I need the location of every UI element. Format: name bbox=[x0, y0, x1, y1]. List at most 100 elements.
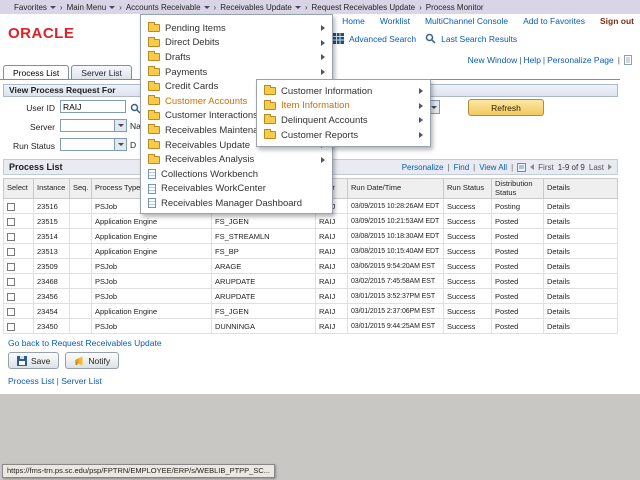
notify-icon bbox=[74, 356, 84, 366]
header-nav-link[interactable]: Add to Favorites bbox=[523, 16, 585, 26]
page-link[interactable]: Help bbox=[523, 55, 540, 65]
folder-icon bbox=[148, 156, 160, 164]
instance-cell: 23513 bbox=[34, 244, 70, 259]
table-row: 23514 Application Engine FS_STREAMLN RAI… bbox=[4, 229, 618, 244]
run-status-select[interactable] bbox=[60, 138, 127, 151]
seq-cell bbox=[70, 214, 92, 229]
user-id-input[interactable] bbox=[60, 100, 126, 113]
last-page-icon[interactable] bbox=[608, 164, 612, 170]
search-toolbar: Advanced Search Last Search Results bbox=[333, 33, 517, 44]
table-row: 23509 PSJob ARAGE RAIJ 03/06/2015 9:54:2… bbox=[4, 259, 618, 274]
select-checkbox[interactable] bbox=[7, 278, 15, 286]
download-icon[interactable] bbox=[517, 163, 526, 172]
breadcrumb-item[interactable]: › Accounts Receivable bbox=[115, 3, 209, 12]
folder-icon bbox=[264, 116, 276, 124]
run-datetime-cell: 03/08/2015 10:15:40AM EDT bbox=[348, 244, 444, 259]
col-select[interactable]: Select bbox=[4, 179, 34, 199]
details-link[interactable]: Details bbox=[544, 244, 618, 259]
page-icon bbox=[148, 184, 156, 194]
copy-url-icon[interactable] bbox=[624, 55, 632, 65]
go-back-link[interactable]: Go back to Request Receivables Update bbox=[8, 338, 162, 348]
page-icon bbox=[148, 169, 156, 179]
footer-link[interactable]: Process List bbox=[8, 376, 54, 386]
details-link[interactable]: Details bbox=[544, 289, 618, 304]
details-link[interactable]: Details bbox=[544, 274, 618, 289]
details-link[interactable]: Details bbox=[544, 259, 618, 274]
menu-item[interactable]: Receivables WorkCenter bbox=[141, 182, 332, 197]
select-checkbox[interactable] bbox=[7, 218, 15, 226]
submenu-item[interactable]: Item Information bbox=[257, 99, 430, 114]
table-row: 23513 Application Engine FS_BP RAIJ 03/0… bbox=[4, 244, 618, 259]
distribution-status-cell: Posted bbox=[492, 229, 544, 244]
seq-cell bbox=[70, 289, 92, 304]
select-checkbox[interactable] bbox=[7, 233, 15, 241]
run-datetime-cell: 03/01/2015 3:52:37PM EST bbox=[348, 289, 444, 304]
sign-out-link[interactable]: Sign out bbox=[600, 16, 634, 26]
select-checkbox[interactable] bbox=[7, 308, 15, 316]
page-link[interactable]: New Window bbox=[468, 55, 518, 65]
first-link[interactable]: First bbox=[538, 163, 554, 172]
advanced-search-link[interactable]: Advanced Search bbox=[349, 34, 416, 44]
details-link[interactable]: Details bbox=[544, 229, 618, 244]
select-checkbox[interactable] bbox=[7, 248, 15, 256]
details-link[interactable]: Details bbox=[544, 199, 618, 214]
breadcrumb-item[interactable]: › Request Receivables Update bbox=[301, 3, 415, 12]
run-datetime-cell: 03/08/2015 10:18:30AM EDT bbox=[348, 229, 444, 244]
menu-item[interactable]: Direct Debits bbox=[141, 36, 332, 51]
header-nav-link[interactable]: MultiChannel Console bbox=[425, 16, 508, 26]
submenu-item[interactable]: Delinquent Accounts bbox=[257, 113, 430, 128]
submenu-chevron-icon bbox=[419, 132, 423, 138]
personalize-link[interactable]: Personalize bbox=[402, 163, 444, 172]
last-search-results-link[interactable]: Last Search Results bbox=[441, 34, 517, 44]
breadcrumb-item[interactable]: › Main Menu bbox=[56, 3, 115, 12]
menu-item[interactable]: Receivables Analysis bbox=[141, 152, 332, 167]
header-nav-link[interactable]: Worklist bbox=[380, 16, 410, 26]
user-cell: RAIJ bbox=[316, 319, 348, 334]
breadcrumb-item[interactable]: › Process Monitor bbox=[415, 3, 483, 12]
user-cell: RAIJ bbox=[316, 274, 348, 289]
refresh-button[interactable]: Refresh bbox=[468, 99, 544, 116]
view-all-link[interactable]: View All bbox=[479, 163, 507, 172]
col-run-status[interactable]: Run Status bbox=[444, 179, 492, 199]
user-cell: RAIJ bbox=[316, 259, 348, 274]
table-row: 23456 PSJob ARUPDATE RAIJ 03/01/2015 3:5… bbox=[4, 289, 618, 304]
menu-item[interactable]: Receivables Manager Dashboard bbox=[141, 196, 332, 211]
menu-item[interactable]: Drafts bbox=[141, 50, 332, 65]
breadcrumb-item[interactable]: Favorites bbox=[6, 3, 56, 12]
folder-icon bbox=[148, 53, 160, 61]
details-link[interactable]: Details bbox=[544, 319, 618, 334]
menu-item[interactable]: Payments bbox=[141, 65, 332, 80]
header-nav-link[interactable]: Home bbox=[342, 16, 365, 26]
footer-link[interactable]: Server List bbox=[61, 376, 102, 386]
server-select[interactable] bbox=[60, 119, 127, 132]
select-checkbox[interactable] bbox=[7, 203, 15, 211]
tab[interactable]: Process List bbox=[3, 65, 69, 79]
details-link[interactable]: Details bbox=[544, 214, 618, 229]
find-link[interactable]: Find bbox=[454, 163, 470, 172]
breadcrumb-item[interactable]: › Receivables Update bbox=[210, 3, 301, 12]
distribution-status-cell: Posted bbox=[492, 274, 544, 289]
details-link[interactable]: Details bbox=[544, 304, 618, 319]
col-seq[interactable]: Seq. bbox=[70, 179, 92, 199]
select-checkbox[interactable] bbox=[7, 323, 15, 331]
tab[interactable]: Server List bbox=[71, 65, 132, 79]
menu-item[interactable]: Collections Workbench bbox=[141, 167, 332, 182]
col-distribution-status[interactable]: Distribution Status bbox=[492, 179, 544, 199]
folder-icon bbox=[148, 141, 160, 149]
col-instance[interactable]: Instance bbox=[34, 179, 70, 199]
col-details[interactable]: Details bbox=[544, 179, 618, 199]
notify-button[interactable]: Notify bbox=[65, 352, 119, 369]
process-type-cell: PSJob bbox=[92, 274, 212, 289]
first-page-icon[interactable] bbox=[530, 164, 534, 170]
submenu-item[interactable]: Customer Information bbox=[257, 84, 430, 99]
last-link[interactable]: Last bbox=[589, 163, 604, 172]
select-checkbox[interactable] bbox=[7, 263, 15, 271]
user-cell: RAIJ bbox=[316, 304, 348, 319]
submenu-item[interactable]: Customer Reports bbox=[257, 128, 430, 143]
menu-item[interactable]: Pending Items bbox=[141, 21, 332, 36]
distribution-status-cell: Posted bbox=[492, 214, 544, 229]
save-button[interactable]: Save bbox=[8, 352, 59, 369]
page-link[interactable]: Personalize Page bbox=[547, 55, 614, 65]
select-checkbox[interactable] bbox=[7, 293, 15, 301]
col-run-datetime[interactable]: Run Date/Time bbox=[348, 179, 444, 199]
